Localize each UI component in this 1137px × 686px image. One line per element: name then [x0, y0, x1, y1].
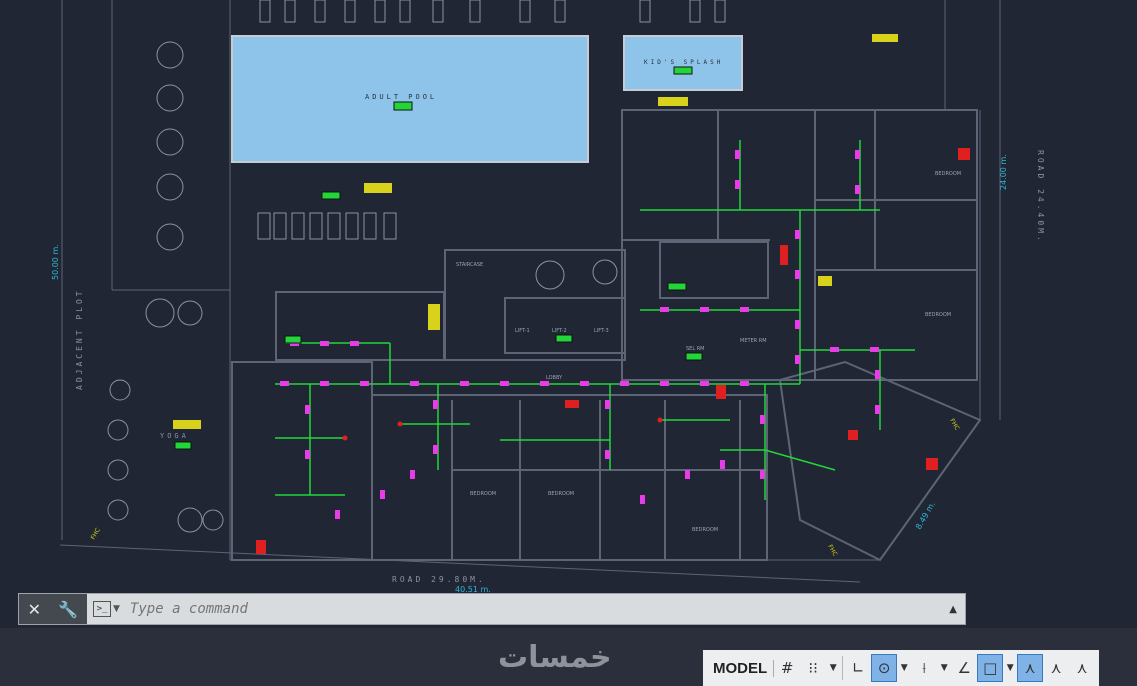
- status-bar-buttons: MODEL # ⁝⁝ ▼ ∟ ⊙ ▼ ⟊ ▼ ∠ □ ▼ ⋏ ⋏ ⋏: [703, 650, 1100, 686]
- prompt-icon: >_: [93, 601, 111, 617]
- autoscale-icon[interactable]: ⋏: [1043, 654, 1069, 682]
- annotation-visibility-icon[interactable]: ⋏: [1017, 654, 1044, 682]
- isodraft-dropdown-icon[interactable]: ▼: [937, 663, 951, 673]
- object-snap-dropdown-icon[interactable]: ▼: [1003, 663, 1017, 673]
- lobby-label: LOBBY: [546, 375, 563, 381]
- dimension-left-height: 50.00 m.: [51, 244, 60, 280]
- bedroom-label-5: BEDROOM: [935, 171, 961, 177]
- wrench-icon[interactable]: 🔧: [58, 600, 78, 619]
- bedroom-label-2: BEDROOM: [548, 491, 574, 497]
- drawing-canvas[interactable]: ADULT POOL KID'S SPLASH STAIRCASE LIFT-1…: [0, 0, 1137, 628]
- adjacent-plot-label: ADJACENT PLOT: [75, 288, 84, 390]
- command-input[interactable]: [127, 600, 912, 618]
- bedroom-label-4: BEDROOM: [925, 312, 951, 318]
- yoga-label: YOGA: [160, 432, 189, 440]
- meter-rm-label: METER RM: [740, 338, 767, 344]
- command-history-expand-icon[interactable]: ▲: [949, 604, 957, 615]
- bedroom-label-1: BEDROOM: [470, 491, 496, 497]
- sel-rm-label: SEL RM: [686, 346, 705, 352]
- bedroom-label-3: BEDROOM: [692, 527, 718, 533]
- road-bottom-label: ROAD 29.80M.: [392, 575, 486, 584]
- lift-1-label: LIFT-1: [515, 328, 530, 334]
- command-prompt-icon[interactable]: >_ ▼: [93, 601, 120, 617]
- annotation-scale-icon[interactable]: ⋏: [1069, 654, 1095, 682]
- close-icon[interactable]: ✕: [28, 600, 41, 619]
- object-snap-icon[interactable]: □: [977, 654, 1004, 682]
- command-line: ✕ 🔧 >_ ▼ ▲: [18, 593, 966, 625]
- adult-pool-label: ADULT POOL: [365, 93, 437, 101]
- dimension-top-width: 24.00 m.: [999, 154, 1008, 190]
- ortho-icon[interactable]: ∟: [845, 654, 871, 682]
- watermark-logo: خمسات: [498, 640, 612, 675]
- kids-splash-label: KID'S SPLASH: [644, 59, 723, 66]
- prompt-dropdown-icon[interactable]: ▼: [113, 604, 120, 614]
- snap-icon[interactable]: ⁝⁝: [800, 654, 826, 682]
- isodraft-icon[interactable]: ⟊: [911, 654, 937, 682]
- command-line-controls: ✕ 🔧: [19, 594, 87, 624]
- lift-2-label: LIFT-2: [552, 328, 567, 334]
- divider: [842, 656, 844, 680]
- polar-icon[interactable]: ⊙: [871, 654, 898, 682]
- lift-3-label: LIFT-3: [594, 328, 609, 334]
- snap-dropdown-icon[interactable]: ▼: [826, 663, 840, 673]
- staircase-label: STAIRCASE: [456, 262, 483, 268]
- model-space-button[interactable]: MODEL: [707, 659, 775, 677]
- road-right-label: ROAD 24.40M.: [1036, 150, 1045, 244]
- grid-icon[interactable]: #: [774, 654, 800, 682]
- polar-dropdown-icon[interactable]: ▼: [897, 663, 911, 673]
- osnap-track-icon[interactable]: ∠: [951, 654, 977, 682]
